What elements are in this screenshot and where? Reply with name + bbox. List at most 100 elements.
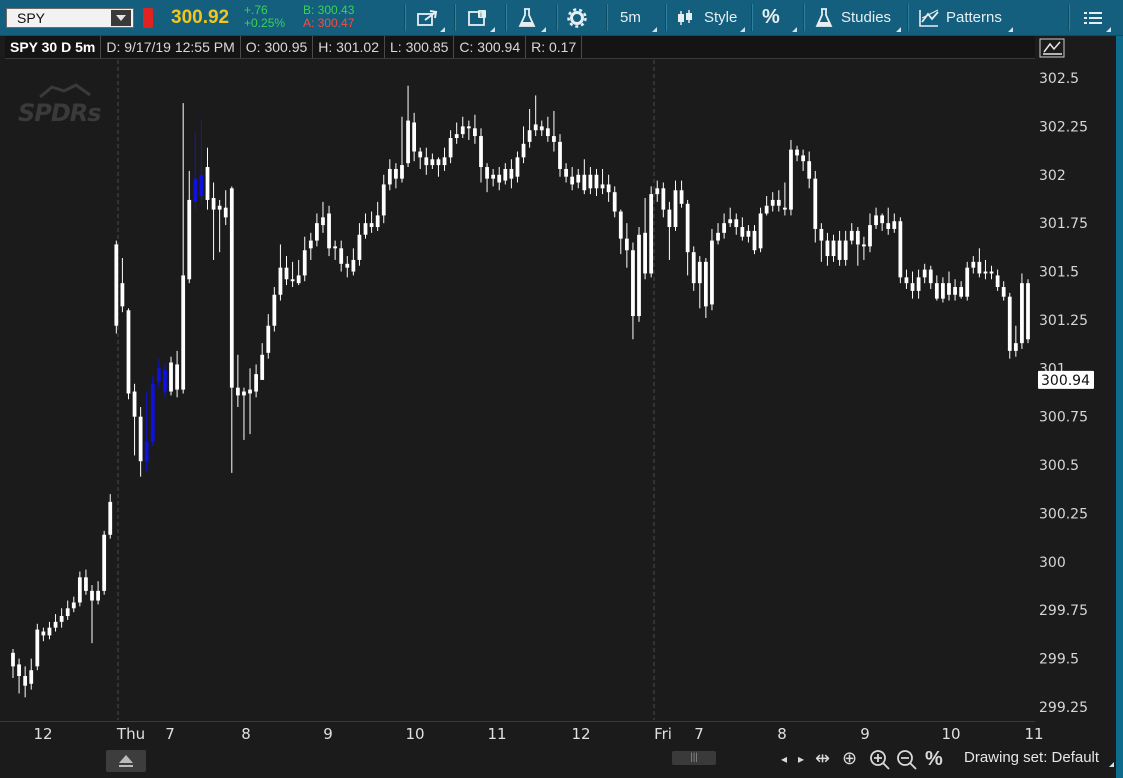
candle[interactable] (825, 232, 830, 266)
candle[interactable] (904, 269, 909, 289)
candle[interactable] (126, 308, 131, 400)
candle[interactable] (770, 192, 775, 212)
candle[interactable] (655, 180, 660, 202)
candle[interactable] (302, 236, 307, 282)
scroll-right-icon[interactable]: ▸ (798, 752, 804, 766)
candle[interactable] (442, 147, 447, 171)
candle[interactable] (1020, 273, 1024, 349)
candle[interactable] (35, 623, 40, 671)
candle[interactable] (11, 648, 15, 678)
candle[interactable] (497, 167, 502, 191)
candle[interactable] (71, 596, 76, 613)
candle[interactable] (728, 207, 733, 228)
candle[interactable] (631, 242, 635, 340)
candle[interactable] (169, 356, 173, 396)
candle[interactable] (922, 263, 927, 284)
horizontal-scrollbar-thumb[interactable]: ||| (672, 751, 716, 765)
candle[interactable] (284, 256, 289, 286)
candle[interactable] (369, 211, 374, 233)
candle[interactable] (436, 157, 441, 177)
candle[interactable] (965, 261, 970, 301)
candle[interactable] (223, 190, 228, 226)
chevron-down-icon[interactable] (1109, 762, 1114, 767)
candle[interactable] (59, 608, 64, 628)
candle[interactable] (776, 190, 781, 212)
candle[interactable] (594, 168, 599, 197)
candle[interactable] (47, 621, 52, 640)
candle[interactable] (333, 240, 338, 260)
candle[interactable] (552, 110, 556, 152)
chart-settings-icon[interactable] (1039, 38, 1065, 58)
candle[interactable] (527, 108, 532, 148)
candle[interactable] (193, 132, 198, 210)
candle[interactable] (102, 530, 107, 595)
candle[interactable] (375, 201, 380, 231)
candle[interactable] (588, 167, 593, 195)
candle[interactable] (108, 494, 113, 539)
candle[interactable] (454, 122, 459, 144)
candle[interactable] (746, 225, 751, 243)
candle[interactable] (989, 265, 994, 280)
candle[interactable] (1007, 292, 1012, 359)
candle[interactable] (150, 376, 155, 446)
candle[interactable] (813, 170, 818, 243)
candle[interactable] (394, 163, 398, 189)
candle[interactable] (764, 196, 769, 216)
candle[interactable] (1013, 325, 1018, 357)
candle[interactable] (199, 120, 204, 204)
candle[interactable] (156, 358, 161, 388)
candle[interactable] (315, 213, 319, 247)
candle[interactable] (254, 364, 258, 398)
candle[interactable] (612, 186, 617, 218)
candle[interactable] (697, 256, 702, 309)
candle[interactable] (406, 85, 410, 168)
candle[interactable] (77, 571, 82, 607)
candle[interactable] (898, 217, 903, 284)
candle[interactable] (837, 230, 842, 266)
candle[interactable] (722, 213, 726, 239)
candle[interactable] (84, 569, 88, 595)
zoom-out-icon[interactable] (896, 749, 918, 771)
percent-toggle[interactable]: % (925, 748, 943, 771)
candle[interactable] (691, 246, 696, 291)
candle[interactable] (181, 103, 186, 394)
candle[interactable] (503, 163, 508, 185)
candle[interactable] (716, 223, 720, 245)
candle[interactable] (308, 232, 313, 260)
candle[interactable] (290, 261, 295, 288)
candle[interactable] (242, 387, 246, 440)
candle[interactable] (831, 234, 836, 262)
candle[interactable] (959, 281, 964, 299)
candle[interactable] (424, 147, 429, 175)
candle[interactable] (473, 114, 477, 144)
candle[interactable] (801, 149, 806, 171)
candle[interactable] (795, 145, 799, 162)
candle[interactable] (65, 600, 70, 620)
candle[interactable] (533, 95, 538, 137)
candle[interactable] (995, 269, 1000, 291)
candle[interactable] (910, 271, 915, 299)
candle[interactable] (819, 223, 824, 262)
candle[interactable] (29, 658, 34, 690)
candle[interactable] (624, 223, 629, 268)
candle[interactable] (448, 130, 453, 164)
candle[interactable] (278, 244, 283, 301)
candle[interactable] (928, 265, 933, 289)
price-chart[interactable]: SPDRs 302.5302.25302301.75301.5301.25301… (0, 0, 1116, 746)
candle[interactable] (545, 116, 550, 142)
candle[interactable] (132, 383, 137, 456)
crosshair-icon[interactable]: ⊕ (842, 748, 857, 769)
candle[interactable] (843, 230, 848, 266)
candle[interactable] (266, 314, 271, 359)
candle[interactable] (977, 248, 982, 278)
candle[interactable] (618, 209, 623, 255)
candle[interactable] (637, 227, 641, 322)
candle[interactable] (886, 207, 891, 235)
candle[interactable] (649, 186, 654, 278)
candle[interactable] (248, 368, 252, 435)
candle[interactable] (272, 287, 277, 332)
candle[interactable] (947, 271, 951, 301)
candle[interactable] (430, 153, 435, 169)
candle[interactable] (576, 168, 581, 189)
candle[interactable] (236, 354, 240, 408)
